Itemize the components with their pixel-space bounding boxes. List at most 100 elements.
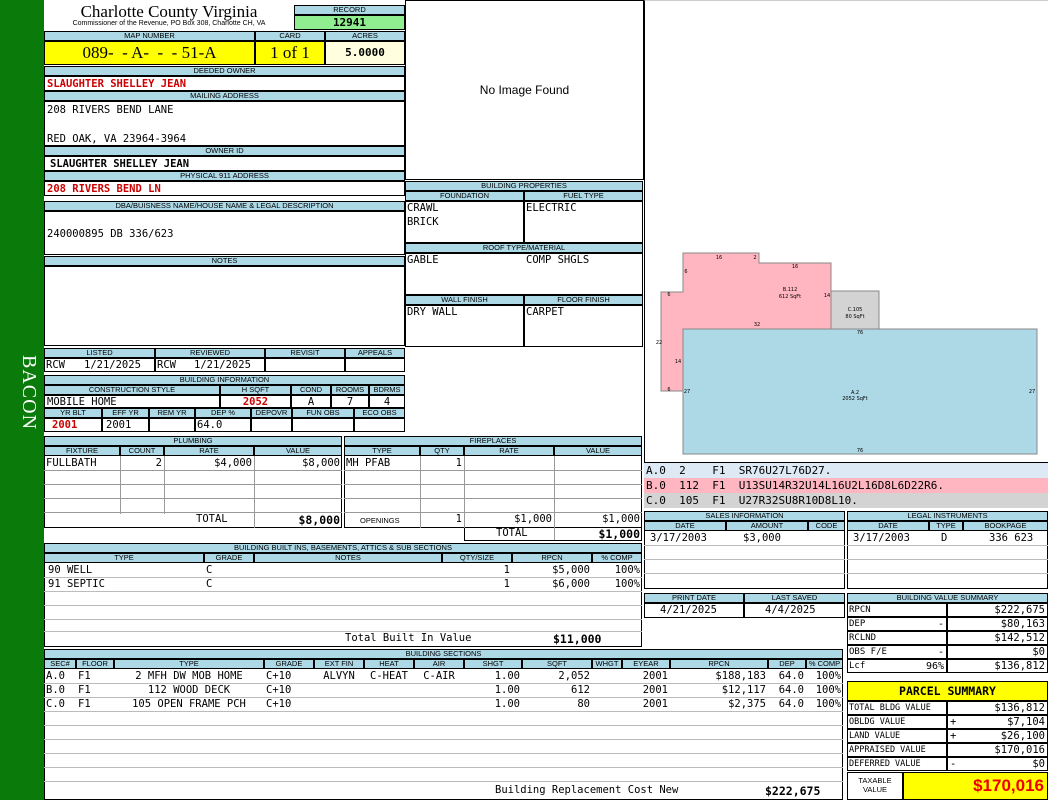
mailing-label: MAILING ADDRESS [44,91,405,101]
hdr-bi-comp: % COMP [592,553,642,563]
vs-key-box: Lcf 96% [847,659,947,673]
building-info-label: BUILDING INFORMATION [44,375,405,385]
parcel-summary-title: PARCEL SUMMARY [847,681,1048,701]
card-value: 1 of 1 [255,41,325,65]
section-cell: A.0 [46,670,65,682]
section-cell: 2,052 [558,670,590,682]
vs-op: 96% [925,661,944,672]
bi-grade: C [206,578,213,590]
print-date-label: PRINT DATE [644,593,744,603]
last-saved-date: 4/4/2025 [765,604,816,616]
bi-total: $11,000 [553,632,602,646]
notes-label: NOTES [44,256,405,266]
vs-key: RPCN [849,605,871,615]
sections-total: $222,675 [765,784,821,798]
listed-by: RCW [46,359,65,371]
reviewed-by: RCW [157,359,176,371]
value-summary: BUILDING VALUE SUMMARY RPCN $222,675 DEP -… [847,593,1048,676]
taxable-label: TAXABLE VALUE [858,776,892,794]
fp-openings-value: $1,000 [602,513,640,525]
section-cell: ALVYN [323,670,355,682]
hdr-section-col: SHGT [464,659,522,669]
vs-value: $80,163 [947,617,1048,631]
sale-amount: $3,000 [743,532,781,544]
hdr-section-col: FLOOR [76,659,114,669]
bi-rpcn: $5,000 [552,564,590,576]
ps-op: + [950,716,957,728]
section-cell: F1 [78,684,91,696]
foundation-label: FOUNDATION [405,191,524,201]
county-subtitle: Commissioner of the Revenue, PO Box 308,… [72,20,266,27]
acres-value: 5.0000 [325,41,405,65]
section-cell: 100% [815,698,841,710]
sections-label: BUILDING SECTIONS [44,649,843,659]
sales-section: SALES INFORMATION DATE AMOUNT CODE 3/17/… [644,511,845,589]
section-cell: 2001 [642,684,668,696]
vs-op: - [937,647,944,658]
map-row: MAP NUMBER CARD ACRES 089- - A- - - 51-A… [44,31,405,65]
dba-box: 240000895 DB 336/623 [44,211,405,255]
sketch-codes: A.0 2 F1 SR76U27L76D27. B.0 112 F1 U13SU… [644,462,1048,508]
sales-label: SALES INFORMATION [644,511,845,521]
hdr-section-col: EXT FIN [314,659,364,669]
sketch-dim: 6 [684,269,687,275]
value-summary-label: BUILDING VALUE SUMMARY [847,593,1048,603]
hdr-funobs: FUN OBS [292,408,354,418]
print-date: 4/21/2025 [660,604,717,616]
plumbing-rate: $4,000 [214,457,252,469]
bi-rpcn: $6,000 [552,578,590,590]
taxable-label-box: TAXABLE VALUE [847,772,903,800]
sketch-dim: 16 [792,264,798,270]
hdr-sale-amount: AMOUNT [726,521,808,531]
hdr-bdrms: BDRMS [369,385,405,395]
section-cell: F1 [78,670,91,682]
eco-obs [354,418,405,432]
roof-type: GABLE [407,254,439,266]
sketch-c-sqft: 80 SqFt [845,314,864,320]
owner-id-label: OWNER ID [44,146,405,156]
sketch-dim: 6 [667,292,670,298]
hdr-legal-bookpage: BOOKPAGE [963,521,1048,531]
hdr-bi-qty: QTY/SIZE [442,553,512,563]
sketch-dim: 32 [754,322,760,328]
hdr-value: VALUE [254,446,342,456]
vs-key: DEP [849,619,866,629]
dba-value: 240000895 DB 336/623 [47,228,174,240]
vs-key-box: DEP - [847,617,947,631]
hdr-effyr: EFF YR [102,408,149,418]
physical-label: PHYSICAL 911 ADDRESS [44,171,405,181]
bi-qty: 1 [503,578,510,590]
photo-box: No Image Found [405,0,644,180]
hdr-section-col: % COMP [806,659,843,669]
section-cell: 2 MFH DW MOB HOME [135,670,243,682]
county-title: Charlotte County Virginia [80,2,258,21]
fireplace-section: FIREPLACES TYPE QTY RATE VALUE MH PFAB 1… [344,436,642,541]
hdr-depovr: DEPOVR [251,408,292,418]
plumbing-total-label: TOTAL [196,513,228,525]
section-cell: C-HEAT [370,670,408,682]
bi-type: 90 WELL [48,564,93,576]
vs-value: $136,812 [947,659,1048,673]
vs-key-box: RCLND [847,631,947,645]
eff-yr: 2001 [102,418,149,432]
section-cell: C+10 [266,670,292,682]
wall-finish: DRY WALL [407,306,458,318]
section-cell: 64.0 [778,684,804,696]
hdr-section-col: AIR [414,659,464,669]
fp-openings-rate: $1,000 [514,513,552,525]
vs-value: $142,512 [947,631,1048,645]
rooms: 7 [331,395,369,408]
last-saved-label: LAST SAVED [744,593,845,603]
section-cell: $2,375 [728,698,766,710]
no-image-text: No Image Found [479,83,570,97]
hdr-section-col: GRADE [264,659,314,669]
sketch-svg: A.2 2052 SqFt B.112 612 SqFt C.105 80 Sq… [656,252,1038,455]
sketch-dim: 6 [667,387,670,393]
vs-key-box: OBS F/E - [847,645,947,659]
section-cell: 100% [815,670,841,682]
hsqft: 2052 [220,395,291,408]
sketch-dim: 14 [675,359,681,365]
ps-key-box: OBLDG VALUE [847,715,947,729]
hdr-fp-type: TYPE [344,446,420,456]
hdr-cond: COND [291,385,331,395]
